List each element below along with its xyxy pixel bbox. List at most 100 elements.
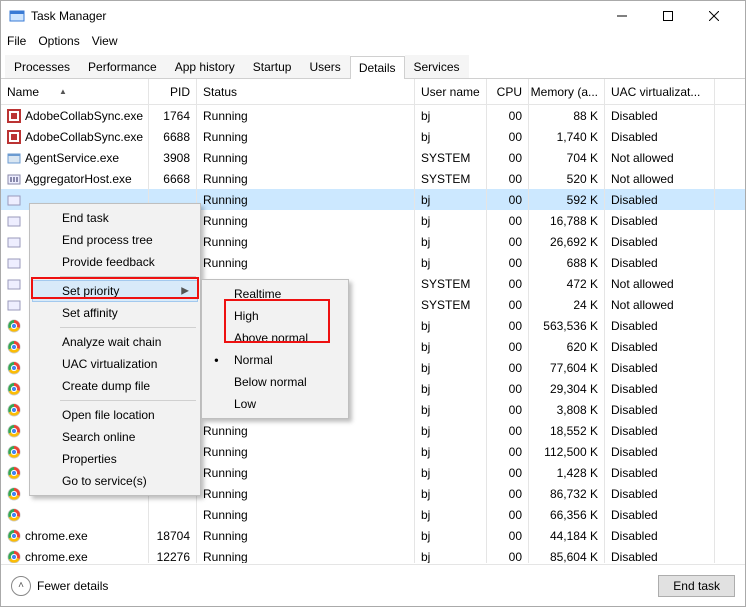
cell-status: Running	[197, 189, 415, 210]
tab-users[interactable]: Users	[300, 55, 349, 78]
cell-cpu: 00	[487, 105, 529, 126]
fewer-details-button[interactable]: ˄ Fewer details	[11, 576, 108, 596]
col-cpu[interactable]: CPU	[487, 79, 529, 104]
cell-uac: Not allowed	[605, 294, 715, 315]
priority-normal[interactable]: Normal●	[204, 349, 346, 371]
tab-services[interactable]: Services	[405, 55, 469, 78]
col-user[interactable]: User name	[415, 79, 487, 104]
cell-uac: Disabled	[605, 399, 715, 420]
ctx-analyze-wait-chain[interactable]: Analyze wait chain	[32, 331, 198, 353]
menu-separator	[60, 327, 196, 328]
priority-above-normal[interactable]: Above normal	[204, 327, 346, 349]
cell-cpu: 00	[487, 231, 529, 252]
cell-memory: 520 K	[529, 168, 605, 189]
ctx-set-priority[interactable]: Set priority▶	[32, 280, 198, 302]
cell-uac: Disabled	[605, 357, 715, 378]
process-name: AdobeCollabSync.exe	[25, 130, 143, 144]
cell-uac: Disabled	[605, 546, 715, 563]
menu-separator	[60, 276, 196, 277]
process-icon	[7, 550, 21, 564]
footer: ˄ Fewer details End task	[1, 564, 745, 606]
col-mem[interactable]: Memory (a...	[529, 79, 605, 104]
ctx-search-online[interactable]: Search online	[32, 426, 198, 448]
cell-memory: 66,356 K	[529, 504, 605, 525]
cell-memory: 1,740 K	[529, 126, 605, 147]
menu-view[interactable]: View	[92, 34, 118, 48]
cell-user: bj	[415, 378, 487, 399]
cell-cpu: 00	[487, 126, 529, 147]
tab-performance[interactable]: Performance	[79, 55, 166, 78]
app-icon	[9, 8, 25, 24]
close-button[interactable]	[691, 1, 737, 31]
process-icon	[7, 193, 21, 207]
cell-user: bj	[415, 126, 487, 147]
ctx-end-process-tree[interactable]: End process tree	[32, 229, 198, 251]
tab-processes[interactable]: Processes	[5, 55, 79, 78]
cell-user: bj	[415, 357, 487, 378]
tab-details[interactable]: Details	[350, 56, 405, 79]
cell-uac: Disabled	[605, 210, 715, 231]
cell-memory: 704 K	[529, 147, 605, 168]
cell-cpu: 00	[487, 546, 529, 563]
cell-cpu: 00	[487, 441, 529, 462]
priority-below-normal[interactable]: Below normal	[204, 371, 346, 393]
table-row[interactable]: chrome.exe18704Runningbj0044,184 KDisabl…	[1, 525, 745, 546]
cell-status: Running	[197, 231, 415, 252]
tab-app-history[interactable]: App history	[166, 55, 244, 78]
ctx-uac-virtualization[interactable]: UAC virtualization	[32, 353, 198, 375]
process-icon	[7, 151, 21, 165]
cell-cpu: 00	[487, 525, 529, 546]
process-icon	[7, 109, 21, 123]
menu-options[interactable]: Options	[38, 34, 79, 48]
cell-user: bj	[415, 420, 487, 441]
cell-memory: 88 K	[529, 105, 605, 126]
process-icon	[7, 529, 21, 543]
cell-user: bj	[415, 210, 487, 231]
cell-uac: Disabled	[605, 420, 715, 441]
ctx-end-task[interactable]: End task	[32, 207, 198, 229]
cell-status: Running	[197, 546, 415, 563]
table-row[interactable]: AggregatorHost.exe6668RunningSYSTEM00520…	[1, 168, 745, 189]
col-name[interactable]: Name▲	[1, 79, 149, 104]
ctx-go-to-service-s-[interactable]: Go to service(s)	[32, 470, 198, 492]
ctx-create-dump-file[interactable]: Create dump file	[32, 375, 198, 397]
cell-status: Running	[197, 105, 415, 126]
cell-user: bj	[415, 315, 487, 336]
cell-cpu: 00	[487, 357, 529, 378]
cell-memory: 3,808 K	[529, 399, 605, 420]
menu-file[interactable]: File	[7, 34, 26, 48]
cell-user: bj	[415, 336, 487, 357]
cell-status: Running	[197, 126, 415, 147]
cell-uac: Disabled	[605, 336, 715, 357]
process-icon	[7, 130, 21, 144]
ctx-provide-feedback[interactable]: Provide feedback	[32, 251, 198, 273]
table-row[interactable]: chrome.exe12276Runningbj0085,604 KDisabl…	[1, 546, 745, 563]
cell-status: Running	[197, 441, 415, 462]
minimize-button[interactable]	[599, 1, 645, 31]
chevron-up-icon: ˄	[11, 576, 31, 596]
cell-status: Running	[197, 504, 415, 525]
window-title: Task Manager	[31, 9, 599, 23]
col-status[interactable]: Status	[197, 79, 415, 104]
table-row[interactable]: AdobeCollabSync.exe1764Runningbj0088 KDi…	[1, 105, 745, 126]
ctx-set-affinity[interactable]: Set affinity	[32, 302, 198, 324]
col-pid[interactable]: PID	[149, 79, 197, 104]
menu-bar: File Options View	[1, 31, 745, 51]
maximize-button[interactable]	[645, 1, 691, 31]
col-uac[interactable]: UAC virtualizat...	[605, 79, 715, 104]
cell-memory: 29,304 K	[529, 378, 605, 399]
cell-user: SYSTEM	[415, 273, 487, 294]
table-row[interactable]: AdobeCollabSync.exe6688Runningbj001,740 …	[1, 126, 745, 147]
ctx-properties[interactable]: Properties	[32, 448, 198, 470]
cell-cpu: 00	[487, 315, 529, 336]
ctx-open-file-location[interactable]: Open file location	[32, 404, 198, 426]
priority-high[interactable]: High	[204, 305, 346, 327]
tab-startup[interactable]: Startup	[244, 55, 301, 78]
priority-low[interactable]: Low	[204, 393, 346, 415]
table-row[interactable]: Runningbj0066,356 KDisabled	[1, 504, 745, 525]
cell-uac: Disabled	[605, 504, 715, 525]
table-row[interactable]: AgentService.exe3908RunningSYSTEM00704 K…	[1, 147, 745, 168]
priority-realtime[interactable]: Realtime	[204, 283, 346, 305]
cell-user: SYSTEM	[415, 168, 487, 189]
end-task-button[interactable]: End task	[658, 575, 735, 597]
